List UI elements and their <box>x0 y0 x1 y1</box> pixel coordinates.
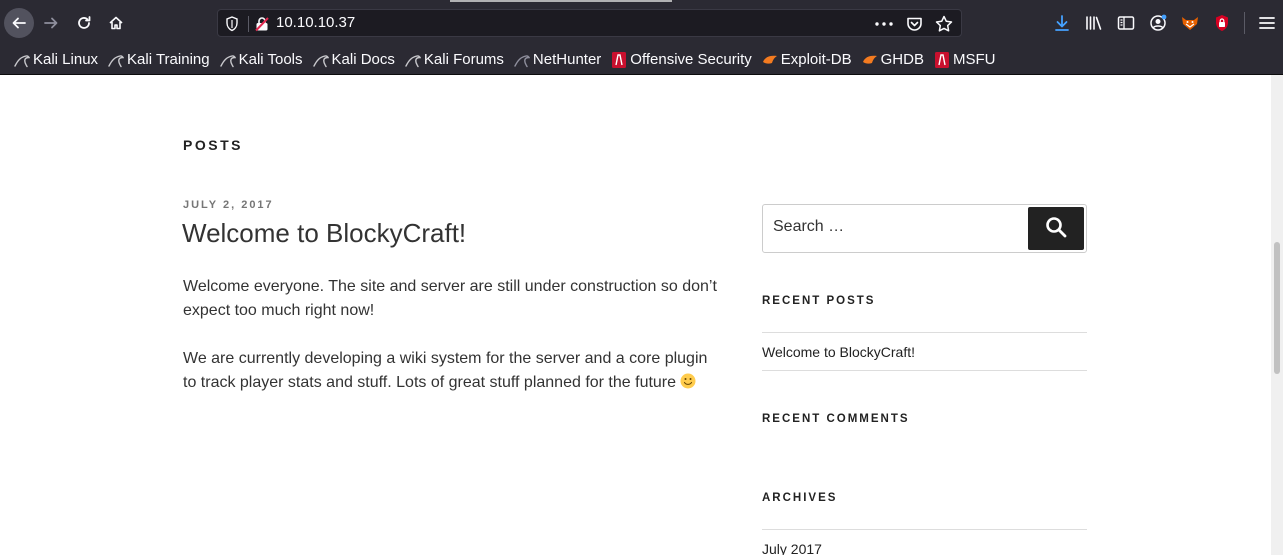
bookmark-kali-linux[interactable]: Kali Linux <box>10 48 104 72</box>
forward-button[interactable] <box>36 8 66 38</box>
download-icon[interactable] <box>1046 8 1078 38</box>
bookmark-exploit-db[interactable]: Exploit-DB <box>758 48 858 72</box>
back-arrow-icon <box>11 15 27 31</box>
bookmark-offensive-security[interactable]: Offensive Security <box>607 48 757 72</box>
kali-dragon-icon <box>14 52 30 68</box>
recent-post-link[interactable]: Welcome to BlockyCraft! <box>762 332 1087 371</box>
star-icon[interactable] <box>933 13 955 35</box>
bookmark-label: Kali Forums <box>423 51 504 68</box>
reload-icon <box>76 15 92 31</box>
exploitdb-icon <box>762 52 778 68</box>
scrollbar-thumb[interactable] <box>1274 242 1280 374</box>
search-icon <box>1045 216 1067 241</box>
recent-posts-title: RECENT POSTS <box>762 295 876 307</box>
page-content: POSTS JULY 2, 2017 Welcome to BlockyCraf… <box>0 75 1271 555</box>
bookmark-label: Kali Training <box>127 51 210 68</box>
toolbar-separator <box>1244 12 1245 34</box>
search-form <box>762 204 1087 253</box>
recent-comments-title: RECENT COMMENTS <box>762 413 910 425</box>
back-button[interactable] <box>4 8 34 38</box>
search-input[interactable] <box>773 218 1023 236</box>
toolbar-right <box>1046 8 1283 38</box>
url-text[interactable]: 10.10.10.37 <box>276 14 355 31</box>
address-bar[interactable]: 10.10.10.37 <box>217 9 962 37</box>
home-button[interactable] <box>101 8 131 38</box>
bookmark-label: Kali Tools <box>238 51 303 68</box>
kali-dragon-icon <box>219 52 236 68</box>
smiley-emoji-icon <box>680 373 696 389</box>
urlbar-actions <box>873 13 955 35</box>
offsec-icon <box>611 51 627 68</box>
offsec-icon <box>934 51 950 68</box>
kali-dragon-icon <box>405 52 421 68</box>
sidebar-icon[interactable] <box>1110 8 1142 38</box>
bookmark-label: NetHunter <box>532 51 602 68</box>
bookmark-label: Kali Linux <box>33 51 99 68</box>
post-paragraph-text: We are currently developing a wiki syste… <box>183 350 708 391</box>
exploitdb-icon <box>862 52 878 68</box>
home-icon <box>108 15 124 31</box>
forward-arrow-icon <box>43 15 59 31</box>
active-tab-indicator <box>450 0 672 2</box>
urlbar-separator <box>248 16 249 32</box>
bookmark-label: GHDB <box>880 51 924 68</box>
bookmark-kali-tools[interactable]: Kali Tools <box>216 48 309 72</box>
recent-posts-list: Welcome to BlockyCraft! <box>762 332 1087 371</box>
kali-dragon-icon <box>514 52 530 68</box>
bookmark-msfu[interactable]: MSFU <box>930 48 1002 72</box>
archives-title: ARCHIVES <box>762 492 838 504</box>
hamburger-menu-icon[interactable] <box>1251 8 1283 38</box>
archive-link[interactable]: July 2017 <box>762 529 1087 555</box>
bookmark-kali-forums[interactable]: Kali Forums <box>401 48 510 72</box>
library-icon[interactable] <box>1078 8 1110 38</box>
bookmark-kali-training[interactable]: Kali Training <box>104 48 216 72</box>
bookmark-label: Offensive Security <box>630 51 752 68</box>
search-button[interactable] <box>1028 207 1084 250</box>
bookmark-label: Exploit-DB <box>780 51 852 68</box>
post-body: Welcome everyone. The site and server ar… <box>183 275 723 419</box>
post-date[interactable]: JULY 2, 2017 <box>183 199 274 211</box>
post-title[interactable]: Welcome to BlockyCraft! <box>182 218 466 249</box>
bookmark-kali-docs[interactable]: Kali Docs <box>309 48 401 72</box>
foxyproxy-icon[interactable] <box>1174 8 1206 38</box>
page-title: POSTS <box>183 137 243 153</box>
kali-dragon-icon <box>108 52 125 68</box>
bookmark-nethunter[interactable]: NetHunter <box>510 48 607 72</box>
reload-button[interactable] <box>69 8 99 38</box>
kali-dragon-icon <box>312 52 329 68</box>
account-icon[interactable] <box>1142 8 1174 38</box>
bookmark-label: Kali Docs <box>331 51 395 68</box>
tracking-protection-shield-icon[interactable] <box>225 16 239 37</box>
bookmark-label: MSFU <box>952 51 996 68</box>
insecure-connection-lock-icon[interactable] <box>254 16 270 37</box>
post-paragraph: Welcome everyone. The site and server ar… <box>183 278 717 319</box>
lock-extension-icon[interactable] <box>1206 8 1238 38</box>
bookmarks-toolbar: Kali Linux Kali Training Kali Tools Kali… <box>0 45 1283 75</box>
more-dots-icon[interactable] <box>873 13 895 35</box>
browser-toolbar: 10.10.10.37 <box>0 0 1283 45</box>
archives-list: July 2017 <box>762 529 1087 555</box>
bookmark-ghdb[interactable]: GHDB <box>858 48 930 72</box>
post-paragraph-with-smiley: We are currently developing a wiki syste… <box>183 347 723 395</box>
page-scrollbar[interactable] <box>1271 75 1283 555</box>
pocket-icon[interactable] <box>903 13 925 35</box>
